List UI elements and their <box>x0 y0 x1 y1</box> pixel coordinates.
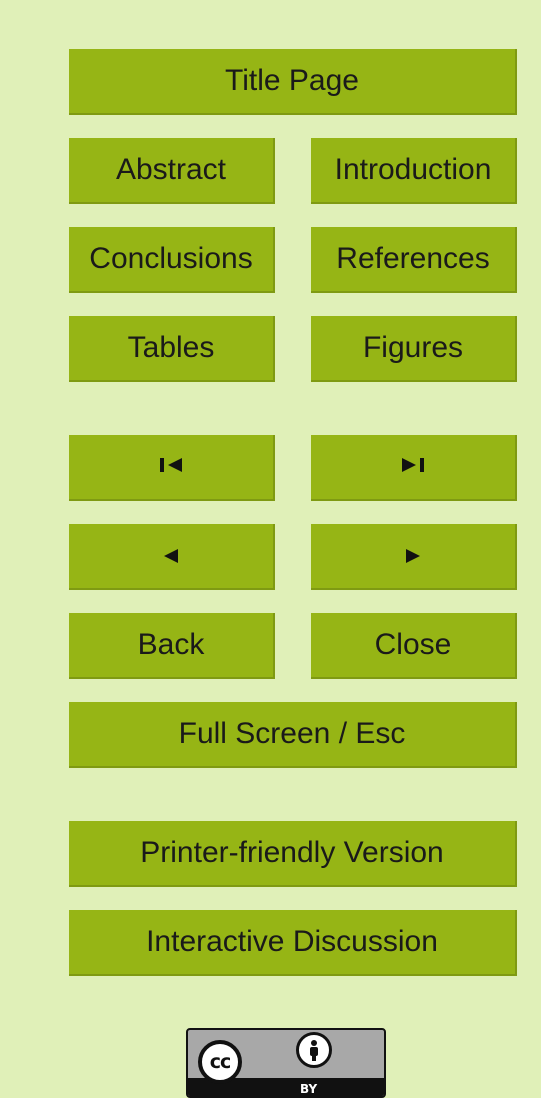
title-page-button[interactable]: Title Page <box>69 49 517 115</box>
last-page-button[interactable] <box>311 435 517 501</box>
skip-last-icon <box>402 458 424 472</box>
first-page-icon <box>156 454 186 480</box>
next-page-button[interactable] <box>311 524 517 590</box>
tables-button[interactable]: Tables <box>69 316 275 382</box>
interactive-discussion-button[interactable]: Interactive Discussion <box>69 910 517 976</box>
person-icon <box>310 1040 318 1061</box>
attribution-icon <box>296 1032 332 1068</box>
triangle-left-icon <box>164 549 178 563</box>
first-page-button[interactable] <box>69 435 275 501</box>
last-page-icon <box>398 454 428 480</box>
abstract-button[interactable]: Abstract <box>69 138 275 204</box>
back-label: Back <box>137 628 205 661</box>
back-button[interactable]: Back <box>69 613 275 679</box>
close-label: Close <box>374 628 452 661</box>
full-screen-label: Full Screen / Esc <box>178 717 406 750</box>
interactive-discussion-label: Interactive Discussion <box>146 925 438 958</box>
tables-label: Tables <box>127 331 215 364</box>
abstract-label: Abstract <box>115 153 227 186</box>
introduction-button[interactable]: Introduction <box>311 138 517 204</box>
cc-logo-text: cc <box>209 1051 232 1073</box>
by-label: BY <box>300 1082 318 1096</box>
triangle-right-icon <box>406 549 420 563</box>
skip-first-icon <box>160 458 182 472</box>
previous-page-button[interactable] <box>69 524 275 590</box>
title-page-label: Title Page <box>225 64 359 97</box>
printer-friendly-button[interactable]: Printer-friendly Version <box>69 821 517 887</box>
references-button[interactable]: References <box>311 227 517 293</box>
conclusions-label: Conclusions <box>89 242 253 275</box>
cc-logo-icon: cc <box>198 1040 242 1084</box>
figures-label: Figures <box>362 331 464 364</box>
introduction-label: Introduction <box>334 153 492 186</box>
conclusions-button[interactable]: Conclusions <box>69 227 275 293</box>
close-button[interactable]: Close <box>311 613 517 679</box>
printer-friendly-label: Printer-friendly Version <box>140 836 444 869</box>
full-screen-button[interactable]: Full Screen / Esc <box>69 702 517 768</box>
references-label: References <box>336 242 490 275</box>
figures-button[interactable]: Figures <box>311 316 517 382</box>
